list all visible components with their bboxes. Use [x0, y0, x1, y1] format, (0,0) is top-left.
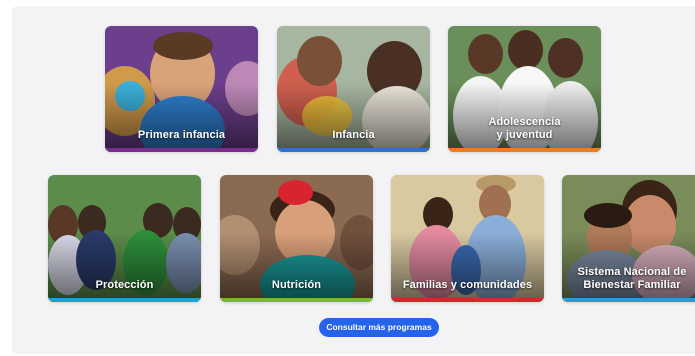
program-label: Protección [95, 279, 154, 291]
program-label-line2: y juventud [496, 129, 553, 141]
program-card-familias-comunidades[interactable]: Familias y comunidades [391, 175, 544, 302]
program-label: Primera infancia [137, 129, 226, 141]
program-label: Adolescencia y juventud [448, 116, 601, 142]
program-card-adolescencia-juventud[interactable]: Adolescencia y juventud [448, 26, 601, 152]
program-label: Nutrición [271, 279, 322, 291]
program-color-bar [391, 298, 544, 302]
program-card-infancia[interactable]: Infancia [277, 26, 430, 152]
program-card-sistema-nacional-bienestar[interactable]: Sistema Nacional de Bienestar Familiar [562, 175, 695, 302]
program-label: Infancia [332, 129, 375, 141]
program-color-bar [105, 148, 258, 152]
program-card-proteccion[interactable]: Protección [48, 175, 201, 302]
program-card-nutricion[interactable]: Nutrición [220, 175, 373, 302]
program-label: Sistema Nacional de Bienestar Familiar [562, 266, 695, 292]
program-label-line1: Adolescencia [488, 116, 561, 128]
program-color-bar [48, 298, 201, 302]
program-label: Familias y comunidades [402, 279, 533, 291]
program-color-bar [220, 298, 373, 302]
program-label-line1: Sistema Nacional de [577, 266, 687, 278]
program-card-primera-infancia[interactable]: Primera infancia [105, 26, 258, 152]
program-label-line2: Bienestar Familiar [583, 279, 681, 291]
program-color-bar [562, 298, 695, 302]
program-color-bar [448, 148, 601, 152]
more-programs-button[interactable]: Consultar más programas [319, 318, 439, 337]
program-color-bar [277, 148, 430, 152]
